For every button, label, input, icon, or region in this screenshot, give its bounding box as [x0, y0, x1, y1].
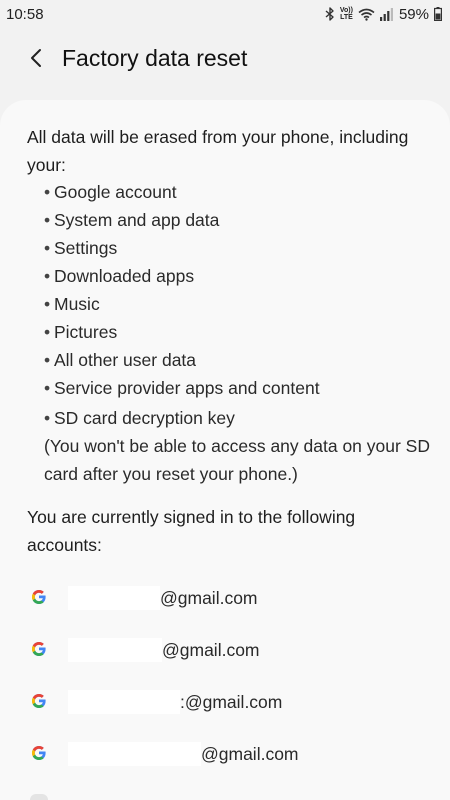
- redacted-username: [68, 638, 162, 662]
- partial-account-row: [0, 788, 450, 800]
- account-row[interactable]: :@gmail.com: [0, 676, 450, 728]
- wifi-icon: [358, 8, 375, 21]
- status-icons: Vo)) LTE 59%: [325, 6, 442, 23]
- list-item-label: Settings: [54, 238, 118, 258]
- account-email: @gmail.com: [160, 588, 258, 608]
- page-title: Factory data reset: [62, 44, 248, 71]
- list-item: • Google account: [44, 182, 177, 202]
- account-row[interactable]: @gmail.com: [0, 624, 450, 676]
- list-item-label: System and app data: [54, 210, 220, 230]
- app-bar: Factory data reset: [0, 30, 450, 86]
- account-row[interactable]: @gmail.com: [0, 572, 450, 624]
- google-g-icon: [32, 590, 46, 604]
- list-item: • Settings: [44, 238, 118, 258]
- volte-bottom-label: LTE: [340, 14, 353, 21]
- intro-text: All data will be erased from your phone,…: [27, 127, 409, 175]
- redacted-username: [68, 690, 180, 714]
- redacted-username: [68, 742, 201, 766]
- list-item: • System and app data: [44, 210, 220, 230]
- list-item: • Music: [44, 294, 100, 314]
- sd-card-note: (You won't be able to access any data on…: [44, 436, 430, 484]
- google-g-icon: [32, 642, 46, 656]
- list-item: • Service provider apps and content: [44, 378, 320, 398]
- list-item: • All other user data: [44, 350, 197, 370]
- bluetooth-icon: [325, 7, 334, 21]
- account-email: @gmail.com: [162, 640, 260, 660]
- volte-icon: Vo)) LTE: [340, 7, 353, 21]
- signal-icon: [379, 7, 393, 21]
- list-item-label: Service provider apps and content: [54, 378, 320, 398]
- list-item-label: All other user data: [54, 350, 197, 370]
- accounts-heading: You are currently signed in to the follo…: [27, 507, 356, 555]
- list-item-label: Pictures: [54, 322, 118, 342]
- account-email: @gmail.com: [201, 744, 299, 764]
- list-item: • Pictures: [44, 322, 118, 342]
- chevron-left-icon: [31, 49, 41, 67]
- google-g-icon: [30, 794, 48, 800]
- list-item-label: Downloaded apps: [54, 266, 195, 286]
- volte-top-label: Vo)): [339, 7, 353, 14]
- status-time: 10:58: [6, 5, 44, 23]
- list-item: • SD card decryption key: [44, 408, 235, 428]
- list-item-label: Google account: [54, 182, 177, 202]
- status-bar: 10:58 Vo)) LTE 59%: [0, 0, 450, 28]
- account-row[interactable]: @gmail.com: [0, 728, 450, 780]
- battery-percent: 59%: [398, 5, 429, 23]
- battery-icon: [434, 7, 442, 21]
- google-g-icon: [32, 746, 46, 760]
- list-item-label: Music: [54, 294, 100, 314]
- back-button[interactable]: [16, 38, 56, 78]
- redacted-username: [68, 586, 160, 610]
- list-item: • Downloaded apps: [44, 266, 195, 286]
- list-item-label: SD card decryption key: [54, 408, 235, 428]
- google-g-icon: [32, 694, 46, 708]
- erased-data-list: • Google account • System and app data • Se…: [44, 178, 320, 432]
- account-email: :@gmail.com: [180, 692, 283, 712]
